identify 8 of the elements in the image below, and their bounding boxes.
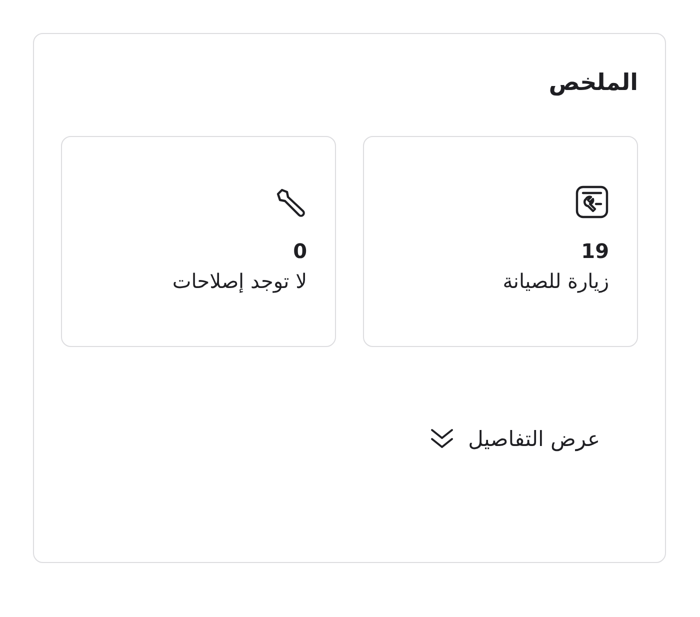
count-text: 19: [581, 239, 609, 263]
count-text: 0: [293, 239, 307, 263]
section-title: الملخص: [548, 70, 638, 96]
show-details-link[interactable]: عرض التفاصيل: [430, 427, 600, 451]
double-chevron-down-icon: [430, 428, 454, 450]
maintenance-icon: [575, 185, 609, 219]
card-label: زيارة للصيانة: [502, 269, 609, 293]
card-label: لا توجد إصلاحات: [172, 269, 307, 293]
